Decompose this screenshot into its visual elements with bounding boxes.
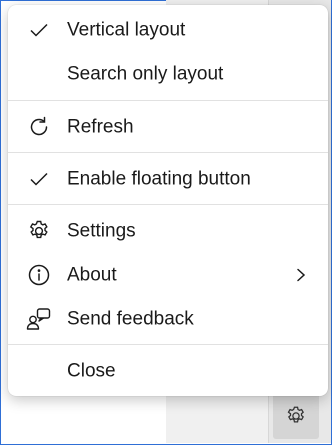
feedback-icon: [26, 306, 52, 332]
menu-item-settings[interactable]: Settings: [8, 210, 328, 252]
menu-item-vertical-layout[interactable]: Vertical layout: [8, 9, 328, 51]
menu-item-about[interactable]: About: [8, 254, 328, 296]
menu-item-label: About: [67, 264, 117, 286]
menu-item-refresh[interactable]: Refresh: [8, 106, 328, 148]
gear-icon: [26, 218, 52, 244]
menu-divider: [8, 100, 328, 101]
menu-item-label: Close: [67, 360, 116, 382]
menu-divider: [8, 204, 328, 205]
gear-icon: [287, 406, 304, 423]
chevron-right-icon: [294, 268, 308, 282]
menu-item-close[interactable]: Close: [8, 350, 328, 392]
info-icon: [26, 262, 52, 288]
menu-item-label: Search only layout: [67, 63, 224, 85]
checkmark-icon: [26, 166, 52, 192]
menu-divider: [8, 152, 328, 153]
settings-gear-button[interactable]: [273, 393, 319, 439]
menu-item-label: Send feedback: [67, 308, 194, 330]
menu-item-search-only-layout[interactable]: Search only layout: [8, 53, 328, 95]
menu-item-label: Refresh: [67, 116, 134, 138]
context-menu: Vertical layout Search only layout Refre…: [8, 5, 328, 396]
menu-item-label: Vertical layout: [67, 19, 186, 41]
refresh-icon: [26, 114, 52, 140]
menu-item-enable-floating-button[interactable]: Enable floating button: [8, 158, 328, 200]
checkmark-icon: [26, 17, 52, 43]
menu-item-send-feedback[interactable]: Send feedback: [8, 298, 328, 340]
menu-divider: [8, 344, 328, 345]
menu-item-label: Settings: [67, 220, 136, 242]
menu-item-label: Enable floating button: [67, 168, 251, 190]
